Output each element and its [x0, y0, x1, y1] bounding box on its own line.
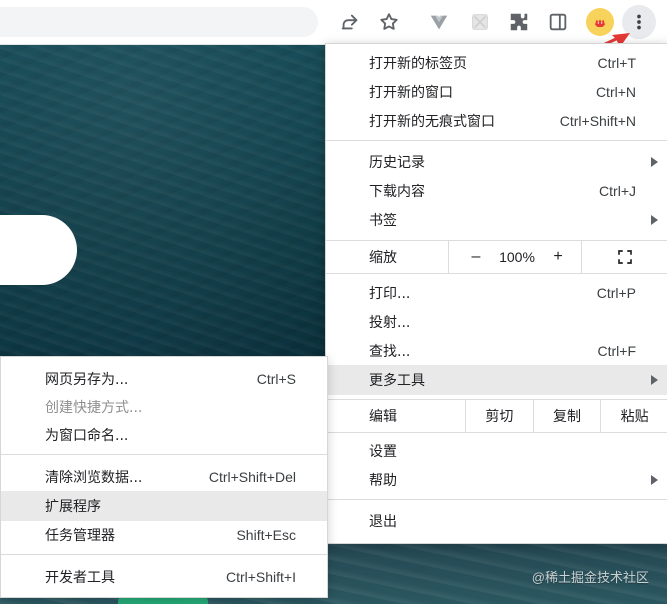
paste-button[interactable]: 粘贴 [600, 400, 667, 432]
browser-toolbar [0, 0, 667, 45]
menu-item-label: 投射... [369, 315, 411, 331]
menu-item-shortcut: Ctrl+P [596, 285, 636, 301]
menu-item-shortcut: Ctrl+Shift+Del [208, 469, 296, 485]
submenu-chevron-right-icon [651, 375, 658, 385]
menu-item-help[interactable]: 帮助 [326, 465, 667, 495]
zoom-in-button[interactable]: + [549, 248, 567, 266]
more-tools-submenu: 网页另存为... Ctrl+S 创建快捷方式... 为窗口命名... 清除浏览数… [0, 356, 328, 598]
menu-separator [326, 140, 667, 141]
menu-item-more-tools[interactable]: 更多工具 [326, 365, 667, 395]
submenu-item-clear-browsing-data[interactable]: 清除浏览数据... Ctrl+Shift+Del [1, 463, 327, 491]
browser-window: 打开新的标签页 Ctrl+T 打开新的窗口 Ctrl+N 打开新的无痕式窗口 C… [0, 0, 667, 604]
menu-item-label: 下载内容 [369, 184, 425, 200]
menu-item-label: 清除浏览数据... [45, 470, 143, 486]
menu-item-label: 退出 [369, 514, 397, 530]
fullscreen-button[interactable] [582, 241, 667, 273]
fullscreen-icon [618, 250, 632, 264]
menu-item-bookmarks[interactable]: 书签 [326, 205, 667, 235]
submenu-chevron-right-icon [651, 475, 658, 485]
blocked-extension-icon[interactable] [468, 10, 492, 34]
menu-item-label: 扩展程序 [45, 499, 101, 515]
menu-item-shortcut: Ctrl+S [256, 371, 296, 387]
menu-item-shortcut: Ctrl+Shift+I [225, 569, 296, 585]
menu-item-shortcut: Ctrl+Shift+N [559, 113, 636, 129]
menu-item-label: 打开新的无痕式窗口 [369, 114, 495, 130]
menu-item-new-window[interactable]: 打开新的窗口 Ctrl+N [326, 77, 667, 107]
address-bar[interactable] [0, 7, 318, 37]
edit-row: 编辑 剪切 复制 粘贴 [326, 399, 667, 433]
menu-item-label: 打开新的标签页 [369, 56, 467, 72]
menu-item-shortcut: Ctrl+T [597, 55, 637, 71]
menu-item-shortcut: Ctrl+J [599, 183, 636, 199]
menu-item-shortcut: Ctrl+F [597, 343, 637, 359]
menu-item-label: 历史记录 [369, 155, 425, 171]
more-menu-kebab-icon[interactable] [622, 5, 656, 39]
edit-label: 编辑 [369, 409, 397, 425]
watermark-text: @稀土掘金技术社区 [531, 570, 649, 585]
submenu-item-save-page-as[interactable]: 网页另存为... Ctrl+S [1, 365, 327, 393]
bookmark-star-icon[interactable] [377, 10, 401, 34]
side-panel-icon[interactable] [546, 10, 570, 34]
zoom-label: 缩放 [369, 250, 397, 266]
menu-item-cast[interactable]: 投射... [326, 307, 667, 337]
menu-item-label: 网页另存为... [45, 372, 129, 388]
extensions-puzzle-icon[interactable] [507, 10, 531, 34]
submenu-item-name-window[interactable]: 为窗口命名... [1, 421, 327, 449]
menu-item-find[interactable]: 查找... Ctrl+F [326, 336, 667, 366]
menu-item-new-tab[interactable]: 打开新的标签页 Ctrl+T [326, 48, 667, 78]
menu-item-exit[interactable]: 退出 [326, 506, 667, 536]
submenu-item-create-shortcut: 创建快捷方式... [1, 393, 327, 421]
menu-item-label: 书签 [369, 213, 397, 229]
submenu-item-task-manager[interactable]: 任务管理器 Shift+Esc [1, 521, 327, 549]
zoom-group: – 100% + [448, 241, 582, 273]
vue-devtools-icon[interactable] [427, 10, 451, 34]
menu-item-label: 为窗口命名... [45, 428, 129, 444]
copy-button[interactable]: 复制 [532, 400, 601, 432]
menu-separator [1, 454, 327, 455]
fox-extension-icon[interactable] [586, 8, 614, 36]
menu-item-label: 设置 [369, 444, 397, 460]
menu-separator [326, 499, 667, 500]
zoom-level: 100% [499, 249, 535, 265]
page-overlay-pill [0, 215, 77, 285]
menu-item-label: 更多工具 [369, 373, 425, 389]
menu-item-label: 开发者工具 [45, 570, 115, 586]
share-icon[interactable] [338, 10, 362, 34]
menu-item-label: 任务管理器 [45, 528, 115, 544]
submenu-item-extensions[interactable]: 扩展程序 [1, 491, 327, 521]
cut-button[interactable]: 剪切 [465, 400, 533, 432]
submenu-item-developer-tools[interactable]: 开发者工具 Ctrl+Shift+I [1, 563, 327, 591]
browser-main-menu: 打开新的标签页 Ctrl+T 打开新的窗口 Ctrl+N 打开新的无痕式窗口 C… [325, 43, 667, 544]
menu-item-label: 创建快捷方式... [45, 400, 143, 416]
submenu-chevron-right-icon [651, 215, 658, 225]
menu-item-label: 帮助 [369, 473, 397, 489]
menu-item-downloads[interactable]: 下载内容 Ctrl+J [326, 176, 667, 206]
menu-separator [1, 554, 327, 555]
edit-controls: 剪切 复制 粘贴 [465, 400, 667, 432]
menu-item-label: 查找... [369, 344, 411, 360]
menu-item-print[interactable]: 打印... Ctrl+P [326, 278, 667, 308]
menu-item-new-incognito-window[interactable]: 打开新的无痕式窗口 Ctrl+Shift+N [326, 106, 667, 136]
zoom-out-button[interactable]: – [467, 248, 485, 266]
menu-item-history[interactable]: 历史记录 [326, 147, 667, 177]
submenu-chevron-right-icon [651, 157, 658, 167]
menu-item-shortcut: Shift+Esc [236, 527, 296, 543]
zoom-row: 缩放 – 100% + [326, 240, 667, 274]
menu-item-label: 打印... [369, 286, 411, 302]
zoom-controls: – 100% + [448, 241, 667, 273]
menu-item-settings[interactable]: 设置 [326, 436, 667, 466]
menu-item-label: 打开新的窗口 [369, 85, 453, 101]
menu-item-shortcut: Ctrl+N [595, 84, 636, 100]
